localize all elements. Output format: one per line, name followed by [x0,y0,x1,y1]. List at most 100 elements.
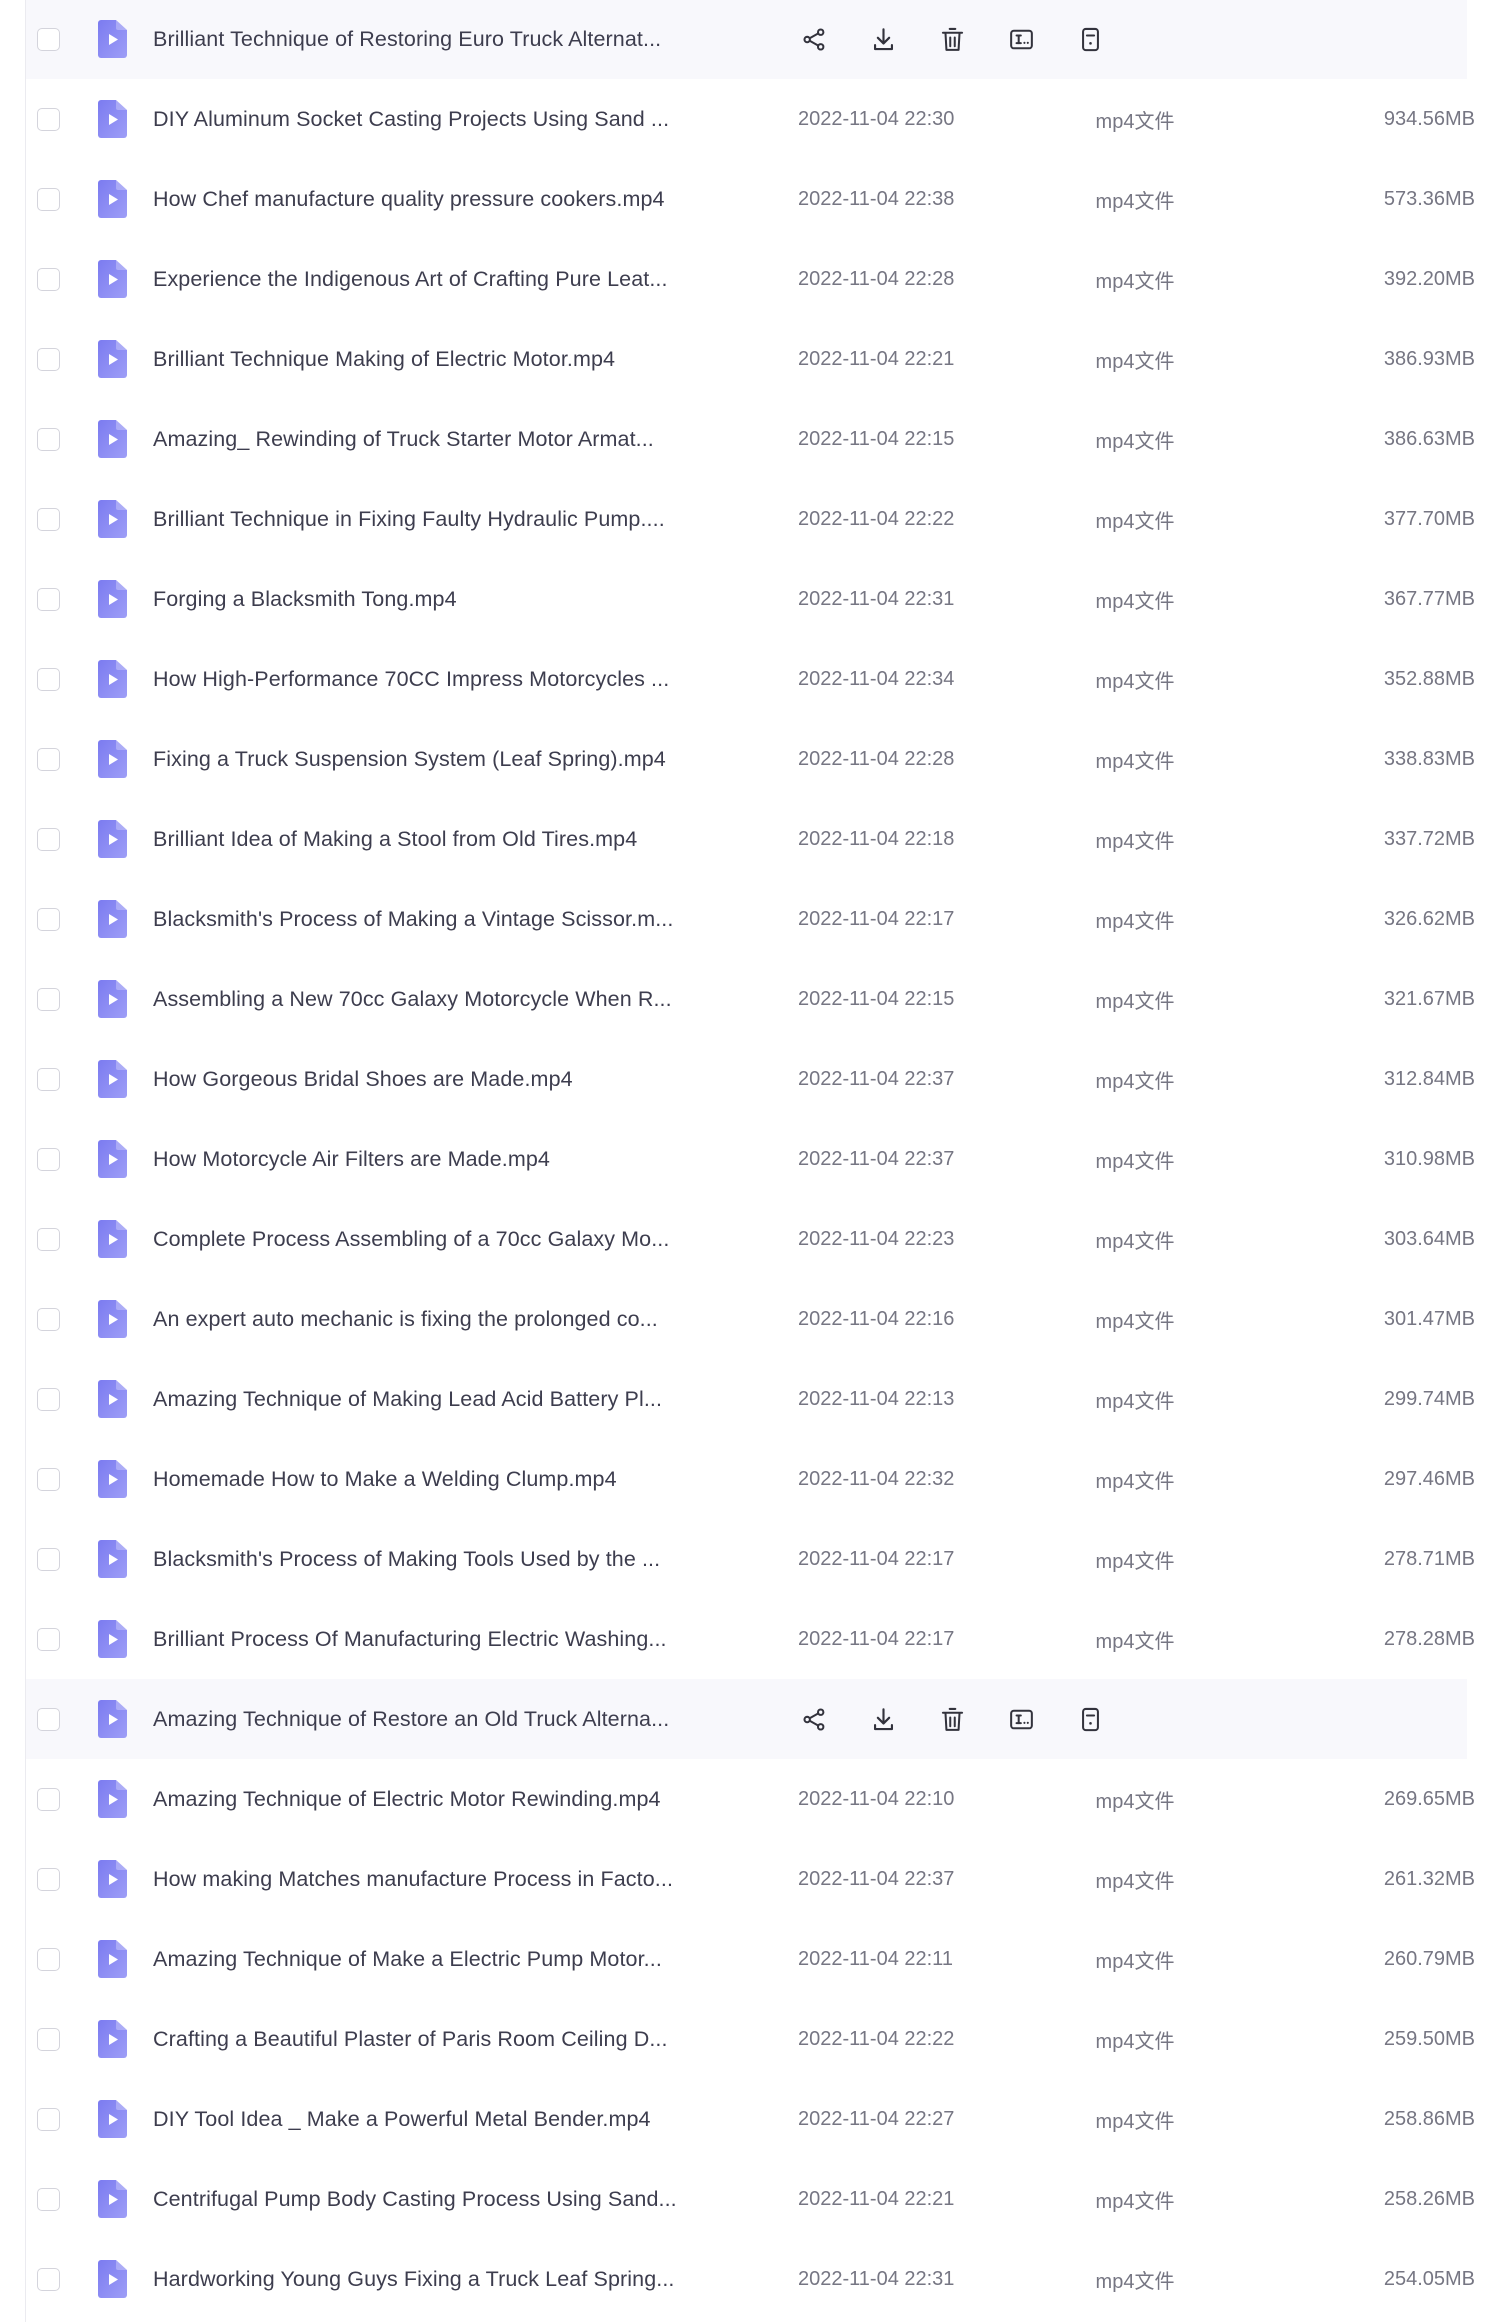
table-row[interactable]: How Chef manufacture quality pressure co… [0,159,1500,239]
table-row[interactable]: How High-Performance 70CC Impress Motorc… [0,639,1500,719]
row-checkbox-cell[interactable] [0,1307,96,1331]
file-name[interactable]: Brilliant Technique Making of Electric M… [140,347,780,372]
file-name[interactable]: Amazing_ Rewinding of Truck Starter Moto… [140,427,780,452]
row-checkbox-cell[interactable] [0,1387,96,1411]
file-name[interactable]: Amazing Technique of Making Lead Acid Ba… [140,1387,780,1412]
table-row[interactable]: Complete Process Assembling of a 70cc Ga… [0,1199,1500,1279]
table-row[interactable]: Amazing Technique of Make a Electric Pum… [0,1919,1500,1999]
row-checkbox-cell[interactable] [0,1547,96,1571]
row-checkbox[interactable] [36,1227,60,1251]
row-checkbox[interactable] [36,267,60,291]
file-name[interactable]: Brilliant Idea of Making a Stool from Ol… [140,827,780,852]
file-name[interactable]: Hardworking Young Guys Fixing a Truck Le… [140,2267,780,2292]
row-checkbox[interactable] [36,907,60,931]
delete-icon[interactable] [938,25,966,53]
table-row[interactable]: Centrifugal Pump Body Casting Process Us… [0,2159,1500,2239]
row-checkbox-cell[interactable] [0,2027,96,2051]
row-checkbox[interactable] [36,747,60,771]
row-checkbox-cell[interactable] [0,827,96,851]
row-checkbox-cell[interactable] [0,1627,96,1651]
row-checkbox-cell[interactable] [0,427,96,451]
more-icon[interactable] [1076,1705,1104,1733]
table-row[interactable]: Amazing Technique of Making Lead Acid Ba… [0,1359,1500,1439]
row-checkbox-cell[interactable] [0,27,96,51]
table-row[interactable]: Brilliant Technique in Fixing Faulty Hyd… [0,479,1500,559]
row-checkbox[interactable] [36,1627,60,1651]
row-checkbox[interactable] [36,507,60,531]
row-checkbox[interactable] [36,1787,60,1811]
table-row[interactable]: An expert auto mechanic is fixing the pr… [0,1279,1500,1359]
file-name[interactable]: Assembling a New 70cc Galaxy Motorcycle … [140,987,780,1012]
table-row[interactable]: Experience the Indigenous Art of Craftin… [0,239,1500,319]
row-checkbox-cell[interactable] [0,107,96,131]
file-name[interactable]: Brilliant Process Of Manufacturing Elect… [140,1627,780,1652]
row-checkbox[interactable] [36,347,60,371]
row-checkbox[interactable] [36,2027,60,2051]
table-row[interactable]: How Motorcycle Air Filters are Made.mp4 2… [0,1119,1500,1199]
file-name[interactable]: Blacksmith's Process of Making a Vintage… [140,907,780,932]
share-icon[interactable] [800,1705,828,1733]
row-checkbox[interactable] [36,827,60,851]
file-name[interactable]: How making Matches manufacture Process i… [140,1867,780,1892]
row-checkbox-cell[interactable] [0,747,96,771]
file-name[interactable]: Centrifugal Pump Body Casting Process Us… [140,2187,780,2212]
file-name[interactable]: How High-Performance 70CC Impress Motorc… [140,667,780,692]
file-name[interactable]: Amazing Technique of Restore an Old Truc… [140,1707,780,1732]
file-name[interactable]: Crafting a Beautiful Plaster of Paris Ro… [140,2027,780,2052]
row-checkbox[interactable] [36,1867,60,1891]
row-checkbox-cell[interactable] [0,1227,96,1251]
file-name[interactable]: Brilliant Technique in Fixing Faulty Hyd… [140,507,780,532]
file-name[interactable]: Brilliant Technique of Restoring Euro Tr… [140,27,780,52]
file-name[interactable]: How Gorgeous Bridal Shoes are Made.mp4 [140,1067,780,1092]
row-checkbox[interactable] [36,1947,60,1971]
table-row[interactable]: Forging a Blacksmith Tong.mp4 2022-11-04 … [0,559,1500,639]
table-row[interactable]: Brilliant Technique Making of Electric M… [0,319,1500,399]
table-row[interactable]: Hardworking Young Guys Fixing a Truck Le… [0,2239,1500,2319]
file-name[interactable]: How Motorcycle Air Filters are Made.mp4 [140,1147,780,1172]
file-name[interactable]: DIY Tool Idea _ Make a Powerful Metal Be… [140,2107,780,2132]
table-row[interactable]: DIY Aluminum Socket Casting Projects Usi… [0,79,1500,159]
row-checkbox-cell[interactable] [0,587,96,611]
row-checkbox-cell[interactable] [0,987,96,1011]
file-name[interactable]: DIY Aluminum Socket Casting Projects Usi… [140,107,780,132]
row-checkbox[interactable] [36,2267,60,2291]
table-row[interactable]: Blacksmith's Process of Making Tools Use… [0,1519,1500,1599]
row-checkbox-cell[interactable] [0,1147,96,1171]
rename-icon[interactable] [1007,1705,1035,1733]
file-name[interactable]: Amazing Technique of Make a Electric Pum… [140,1947,780,1972]
file-name[interactable]: Homemade How to Make a Welding Clump.mp4 [140,1467,780,1492]
row-checkbox-cell[interactable] [0,1707,96,1731]
row-checkbox-cell[interactable] [0,1067,96,1091]
table-row[interactable]: Assembling a New 70cc Galaxy Motorcycle … [0,959,1500,1039]
row-checkbox[interactable] [36,1307,60,1331]
row-checkbox[interactable] [36,1707,60,1731]
file-name[interactable]: Blacksmith's Process of Making Tools Use… [140,1547,780,1572]
table-row[interactable]: How making Matches manufacture Process i… [0,1839,1500,1919]
row-checkbox[interactable] [36,1387,60,1411]
table-row[interactable]: Amazing Technique of Electric Motor Rewi… [0,1759,1500,1839]
table-row[interactable]: Blacksmith's Process of Making a Vintage… [0,879,1500,959]
row-checkbox[interactable] [36,1067,60,1091]
row-checkbox[interactable] [36,2187,60,2211]
row-checkbox-cell[interactable] [0,1867,96,1891]
row-checkbox[interactable] [36,107,60,131]
row-action-bar[interactable] [780,25,1104,53]
row-checkbox-cell[interactable] [0,667,96,691]
row-checkbox[interactable] [36,587,60,611]
row-checkbox[interactable] [36,187,60,211]
row-checkbox-cell[interactable] [0,267,96,291]
row-checkbox[interactable] [36,2107,60,2131]
file-name[interactable]: Experience the Indigenous Art of Craftin… [140,267,780,292]
share-icon[interactable] [800,25,828,53]
row-checkbox-cell[interactable] [0,187,96,211]
file-name[interactable]: Fixing a Truck Suspension System (Leaf S… [140,747,780,772]
download-icon[interactable] [869,1705,897,1733]
more-icon[interactable] [1076,25,1104,53]
row-checkbox-cell[interactable] [0,2187,96,2211]
file-name[interactable]: Forging a Blacksmith Tong.mp4 [140,587,780,612]
row-checkbox-cell[interactable] [0,2267,96,2291]
row-checkbox[interactable] [36,27,60,51]
row-checkbox-cell[interactable] [0,907,96,931]
row-checkbox[interactable] [36,1547,60,1571]
row-checkbox[interactable] [36,1147,60,1171]
